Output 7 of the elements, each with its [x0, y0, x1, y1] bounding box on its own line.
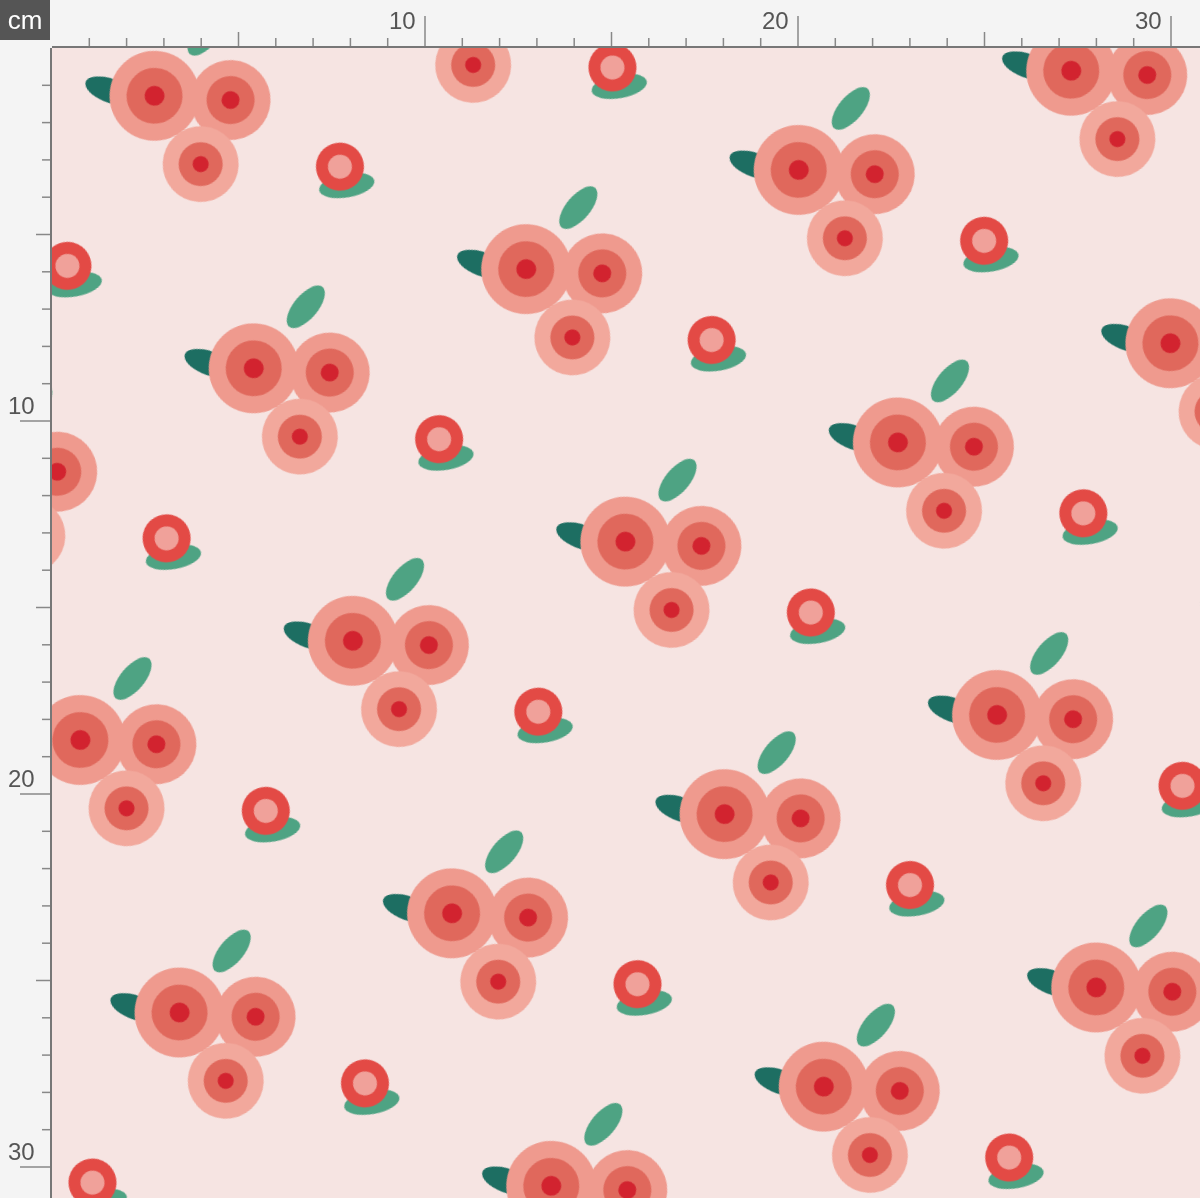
unit-label: cm: [0, 0, 50, 40]
ruler-label: 10: [389, 8, 416, 34]
ruler-label: 20: [8, 766, 35, 792]
ruler-label: 20: [762, 8, 789, 34]
ruler-label: 10: [8, 393, 35, 419]
ruler-label: 30: [1135, 8, 1162, 34]
ruler-label: 30: [8, 1139, 35, 1165]
